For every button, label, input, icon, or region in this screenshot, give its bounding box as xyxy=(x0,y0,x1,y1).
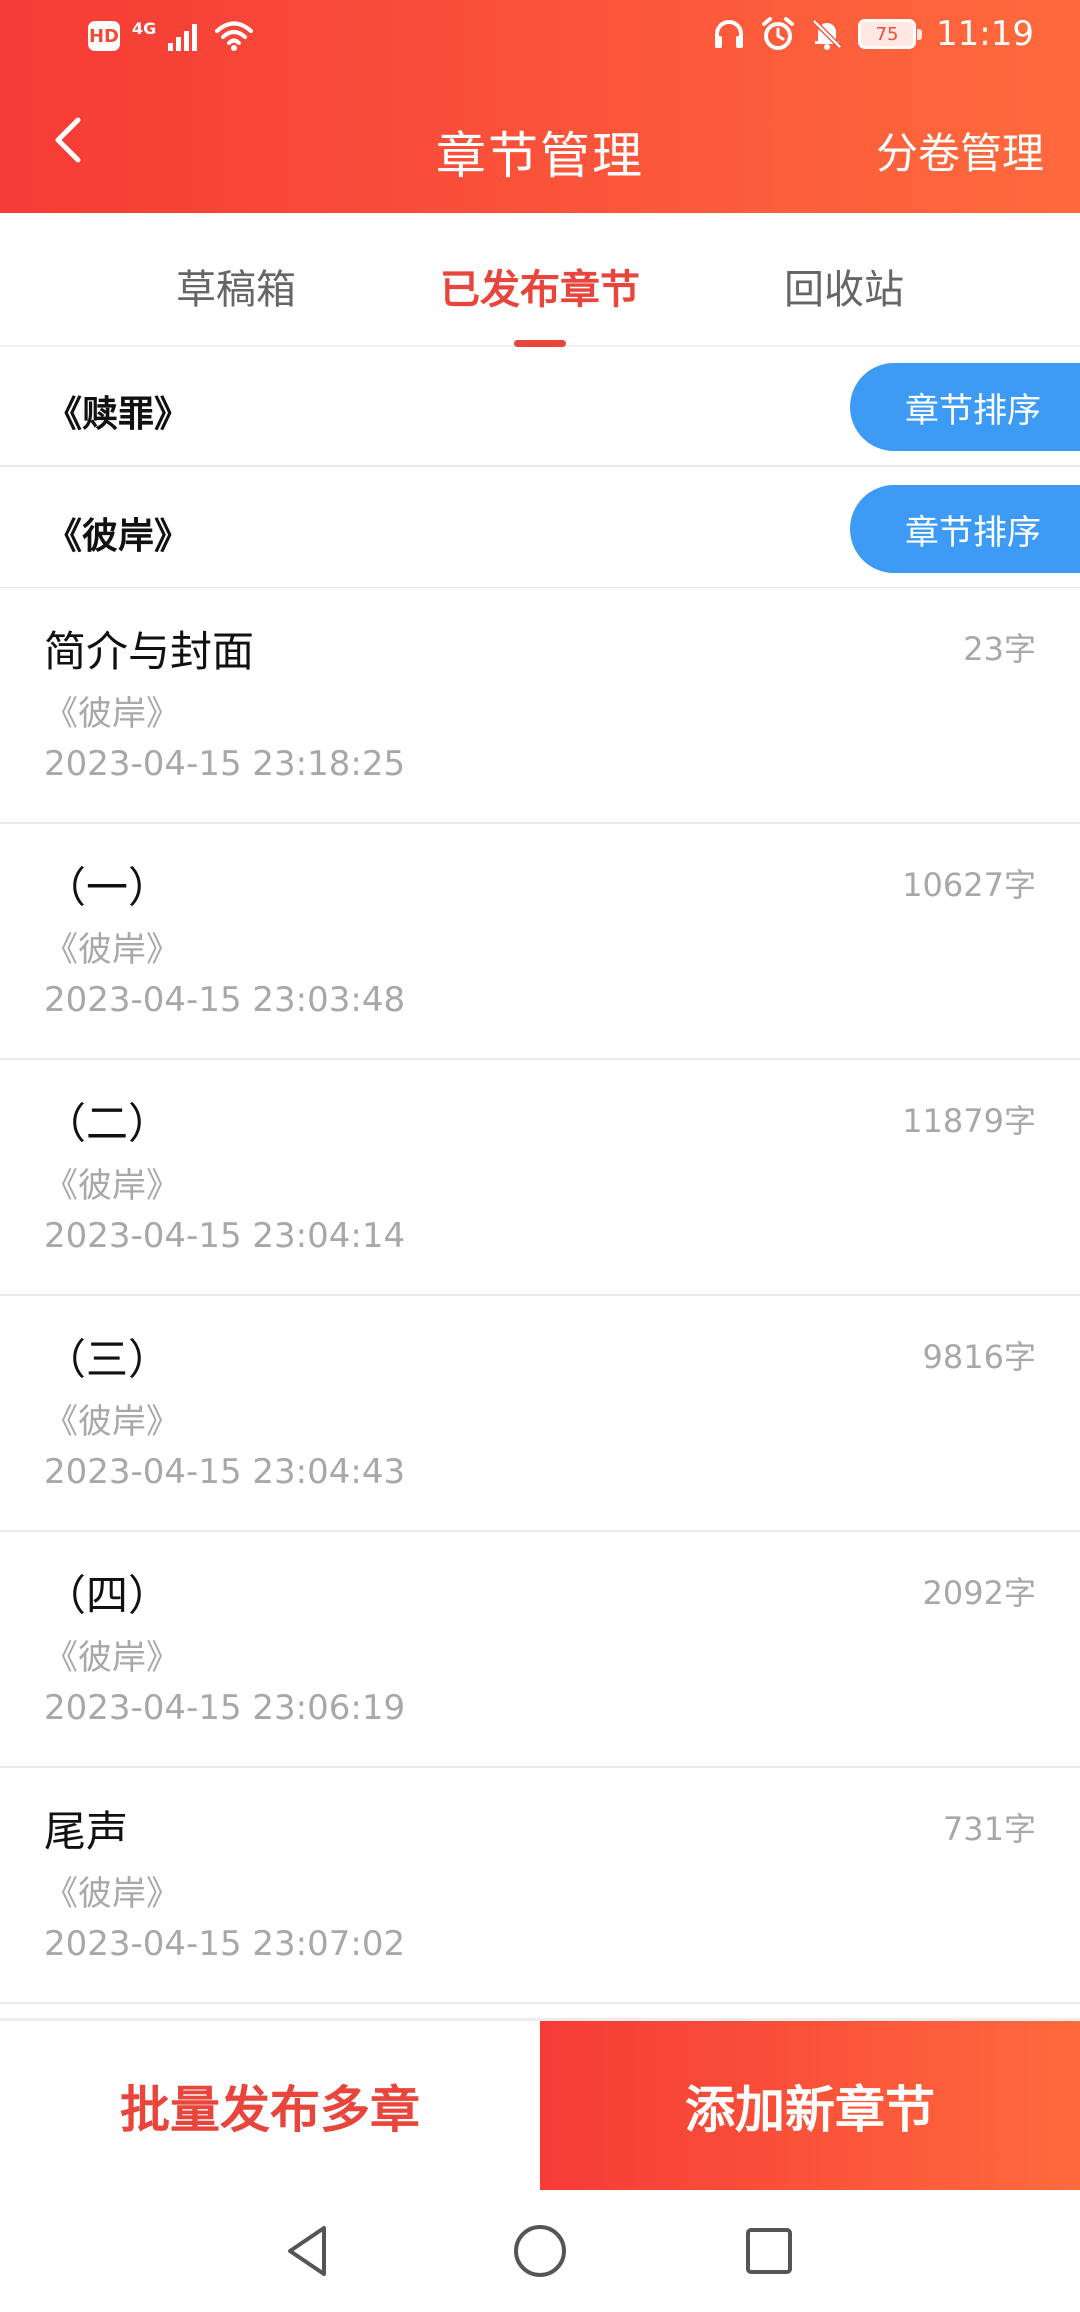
chapter-title: （二） xyxy=(44,1099,171,1148)
chapter-sort-button[interactable]: 章节排序 xyxy=(850,363,1080,451)
chapter-item[interactable]: （一） 10627字 《彼岸》 2023-04-15 23:03:48 xyxy=(0,824,1080,1060)
batch-publish-button[interactable]: 批量发布多章 xyxy=(0,2021,540,2190)
status-time: 11:19 xyxy=(936,14,1034,54)
chapter-title: 简介与封面 xyxy=(44,627,255,676)
tab-recycle-bin[interactable]: 回收站 xyxy=(784,257,904,315)
chapter-volume: 《彼岸》 xyxy=(44,1166,180,1206)
chapter-word-count: 11879字 xyxy=(902,1102,1036,1140)
chapter-item[interactable]: （三） 9816字 《彼岸》 2023-04-15 23:04:43 xyxy=(0,1296,1080,1532)
chapter-timestamp: 2023-04-15 23:07:02 xyxy=(44,1924,406,1964)
system-nav-bar xyxy=(0,2190,1080,2312)
chapter-word-count: 10627字 xyxy=(902,866,1036,904)
tab-bar: 草稿箱 已发布章节 回收站 xyxy=(0,213,1080,347)
chapter-item[interactable]: 简介与封面 23字 《彼岸》 2023-04-15 23:18:25 xyxy=(0,588,1080,824)
header: HD 4G 75 11:19 章节管理 分卷管理 xyxy=(0,0,1080,213)
tab-published[interactable]: 已发布章节 xyxy=(440,257,640,315)
chapter-timestamp: 2023-04-15 23:06:19 xyxy=(44,1688,406,1728)
chapter-volume: 《彼岸》 xyxy=(44,694,180,734)
status-bar: HD 4G 75 11:19 xyxy=(0,0,1080,80)
system-home-button[interactable] xyxy=(507,2218,573,2284)
chapter-title: （四） xyxy=(44,1571,171,1620)
chapter-timestamp: 2023-04-15 23:03:48 xyxy=(44,980,406,1020)
chapter-item[interactable]: （二） 11879字 《彼岸》 2023-04-15 23:04:14 xyxy=(0,1060,1080,1296)
volume-row: 《赎罪》 章节排序 xyxy=(0,347,1080,467)
chapter-item[interactable]: （四） 2092字 《彼岸》 2023-04-15 23:06:19 xyxy=(0,1532,1080,1768)
network-label: 4G xyxy=(132,19,157,38)
chapter-timestamp: 2023-04-15 23:18:25 xyxy=(44,744,406,784)
system-recents-button[interactable] xyxy=(736,2218,802,2284)
chapter-word-count: 2092字 xyxy=(922,1574,1036,1612)
chapter-item[interactable]: 尾声 731字 《彼岸》 2023-04-15 23:07:02 xyxy=(0,1768,1080,2004)
bottom-action-bar: 批量发布多章 添加新章节 xyxy=(0,2018,1080,2190)
muted-bell-icon xyxy=(812,19,842,50)
alarm-icon xyxy=(762,17,795,50)
square-recents-icon xyxy=(746,2228,792,2274)
wifi-icon xyxy=(215,21,254,51)
chapter-title: （三） xyxy=(44,1335,171,1384)
chapter-volume: 《彼岸》 xyxy=(44,1402,180,1442)
add-chapter-button[interactable]: 添加新章节 xyxy=(540,2021,1080,2190)
chapter-timestamp: 2023-04-15 23:04:43 xyxy=(44,1452,406,1492)
circle-home-icon xyxy=(514,2225,566,2277)
chapter-title: （一） xyxy=(44,863,171,912)
chapter-volume: 《彼岸》 xyxy=(44,1874,180,1914)
status-right: 75 11:19 xyxy=(712,14,1034,54)
system-back-button[interactable] xyxy=(276,2218,342,2284)
chapter-volume: 《彼岸》 xyxy=(44,930,180,970)
chapter-sort-button[interactable]: 章节排序 xyxy=(850,485,1080,573)
chapter-volume: 《彼岸》 xyxy=(44,1638,180,1678)
signal-icon xyxy=(168,24,198,51)
volume-name: 《彼岸》 xyxy=(46,516,191,557)
triangle-back-icon xyxy=(288,2226,326,2276)
chapter-word-count: 9816字 xyxy=(922,1338,1036,1376)
battery-indicator: 75 xyxy=(858,19,923,49)
chapter-management-screen: HD 4G 75 11:19 章节管理 分卷管理 草稿箱 已发布章节 回收站 《… xyxy=(0,0,1080,2312)
nav-bar: 章节管理 分卷管理 xyxy=(0,90,1080,210)
chapter-word-count: 731字 xyxy=(942,1810,1036,1848)
hd-badge: HD xyxy=(88,21,120,51)
volume-name: 《赎罪》 xyxy=(46,394,191,435)
tab-drafts[interactable]: 草稿箱 xyxy=(176,257,296,315)
status-left: HD 4G xyxy=(88,20,254,52)
chapter-title: 尾声 xyxy=(44,1807,129,1856)
headphones-icon xyxy=(715,20,744,48)
chapter-timestamp: 2023-04-15 23:04:14 xyxy=(44,1216,406,1256)
active-tab-indicator xyxy=(514,340,566,347)
chapter-word-count: 23字 xyxy=(963,630,1036,668)
volume-row: 《彼岸》 章节排序 xyxy=(0,469,1080,589)
volume-management-button[interactable]: 分卷管理 xyxy=(876,120,1044,181)
